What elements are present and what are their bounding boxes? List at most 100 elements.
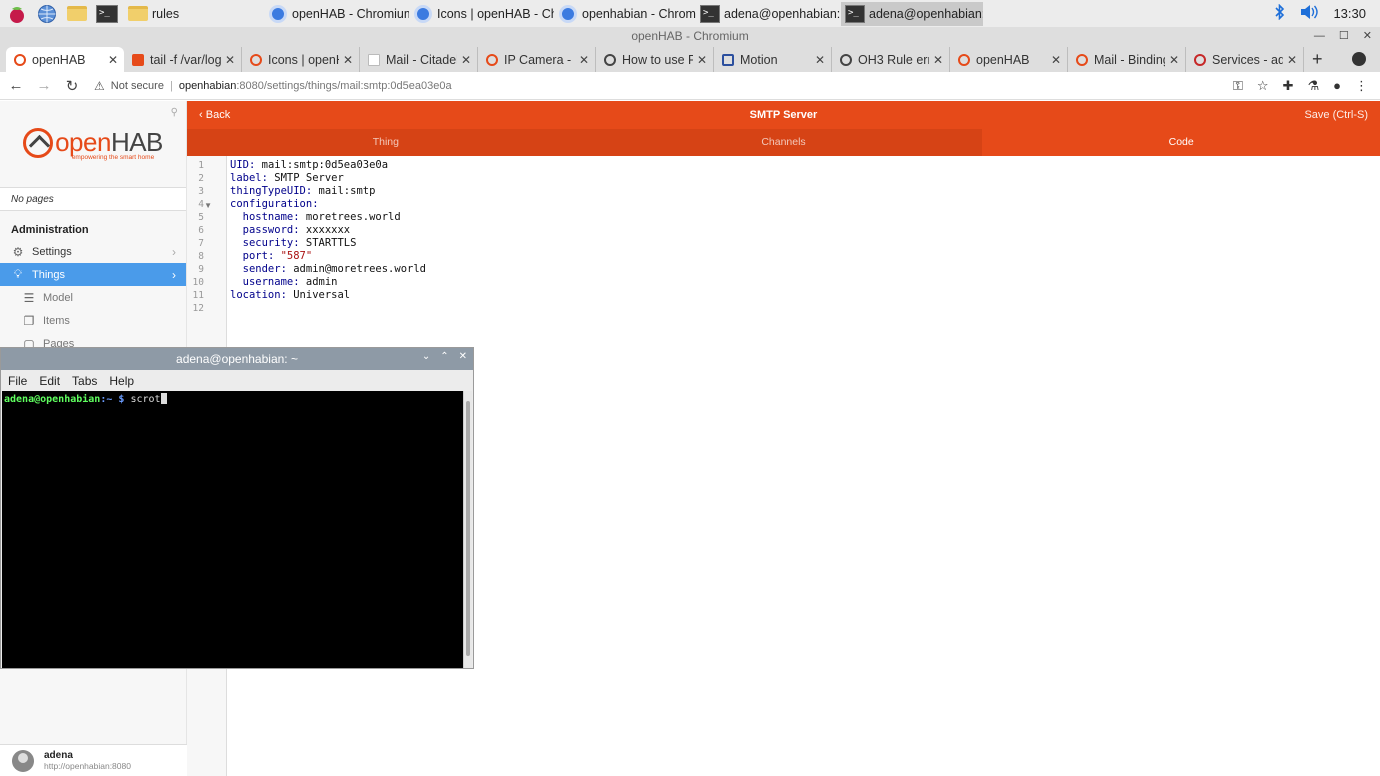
raspberry-menu-icon[interactable] [4,2,30,26]
avatar [12,749,34,772]
terminal-output[interactable]: adena@openhabian:~ $ scrot [2,391,464,668]
close-tab-icon[interactable]: ✕ [815,53,825,67]
tab-channels[interactable]: Channels [584,129,983,156]
back-button[interactable]: ‹ Back [187,109,230,121]
fold-arrow-icon[interactable]: ▼ [204,201,212,210]
minimize-icon[interactable]: — [1314,27,1325,45]
lab-flask-icon[interactable]: ⚗ [1307,78,1319,94]
browser-tab[interactable]: tail -f /var/log ✕ [124,47,242,72]
taskbar-task-rules[interactable]: rules [124,2,264,26]
browser-tab[interactable]: openHAB ✕ [950,47,1068,72]
tab-thing[interactable]: Thing [187,129,585,156]
browser-tab[interactable]: How to use Pu ✕ [596,47,714,72]
close-tab-icon[interactable]: ✕ [1287,53,1297,67]
volume-icon[interactable] [1299,4,1319,23]
close-tab-icon[interactable]: ✕ [343,53,353,67]
tab-code[interactable]: Code [982,129,1380,156]
items-icon: ❐ [23,313,35,328]
prompt-user: adena@openhabian [4,394,101,405]
text-cursor [160,393,167,404]
sidebar-item-model[interactable]: ☰ Model [0,286,186,309]
close-tab-icon[interactable]: ✕ [933,53,943,67]
code-line: password: xxxxxxx [230,224,351,236]
chromium-icon [268,4,288,24]
taskbar-task-chromium-icons[interactable]: Icons | openHAB - Ch... [409,2,554,26]
close-tab-icon[interactable]: ✕ [1051,53,1061,67]
terminal-window[interactable]: adena@openhabian: ~ ⌄ ⌃ ✕ File Edit Tabs… [0,347,474,669]
user-profile[interactable]: adena http://openhabian:8080 [0,744,187,776]
close-tab-icon[interactable]: ✕ [1169,53,1179,67]
browser-tab[interactable]: openHAB ✕ [6,47,124,72]
openhab-logo[interactable]: ⚲ openHAB empowering the smart home [0,101,186,187]
browser-tab[interactable]: Mail - Binding ✕ [1068,47,1186,72]
logo-tagline: empowering the smart home [71,154,155,161]
forward-arrow-icon[interactable]: → [32,77,56,94]
address-divider: | [169,79,173,92]
openhab-logo-icon [23,127,54,158]
sidebar-item-things[interactable]: 💡︎ Things › [0,263,186,286]
file-manager-icon[interactable] [64,2,90,26]
profile-icon[interactable]: ● [1333,78,1341,94]
taskbar-task-chromium-openhab[interactable]: openHAB - Chromium [264,2,409,26]
taskbar-task-terminal-1[interactable]: >_ adena@openhabian: ... [696,2,841,26]
chevron-right-icon: › [172,244,176,259]
scrollbar-thumb[interactable] [466,401,470,656]
terminal-titlebar[interactable]: adena@openhabian: ~ ⌄ ⌃ ✕ [1,348,473,370]
tab-search-icon[interactable] [1352,52,1366,66]
code-line: sender: admin@moretrees.world [230,263,426,275]
menu-help[interactable]: Help [109,374,134,388]
blank-favicon-icon [368,53,380,66]
code-line: configuration: [230,198,319,210]
taskbar-task-terminal-2[interactable]: >_ adena@openhabian: ~ [841,1,983,26]
sidebar-item-settings[interactable]: ⚙ Settings › [0,240,186,263]
security-label: Not secure [110,79,164,92]
menu-file[interactable]: File [8,374,27,388]
close-window-icon[interactable]: ✕ [1363,27,1372,45]
close-tab-icon[interactable]: ✕ [108,53,118,67]
menu-edit[interactable]: Edit [39,374,60,388]
new-tab-icon[interactable]: + [1312,49,1323,70]
browser-tab[interactable]: IP Camera - B ✕ [478,47,596,72]
bluetooth-icon[interactable] [1275,3,1285,23]
browser-tabstrip: openHAB ✕ tail -f /var/log ✕ Icons | ope… [0,45,1380,72]
close-icon[interactable]: ✕ [459,351,467,362]
bookmark-star-icon[interactable]: ☆ [1257,78,1269,94]
user-url: http://openhabian:8080 [44,761,131,771]
browser-tab[interactable]: Motion ✕ [714,47,832,72]
terminal-icon: >_ [700,4,720,24]
browser-toolbar: ← → ↻ ⚠ Not secure | openhabian:8080/set… [0,72,1380,100]
key-icon[interactable]: ⚿ [1233,78,1243,94]
reload-icon[interactable]: ↻ [60,77,84,95]
maximize-icon[interactable]: ⌃ [440,351,448,362]
save-button[interactable]: Save (Ctrl-S) [1304,109,1380,121]
clock[interactable]: 13:30 [1333,6,1366,21]
menu-kebab-icon[interactable]: ⋮ [1355,78,1368,94]
close-tab-icon[interactable]: ✕ [461,53,471,67]
sidebar-item-items[interactable]: ❐ Items [0,309,186,332]
browser-tab[interactable]: Services - ade ✕ [1186,47,1304,72]
administration-heading: Administration [11,224,89,236]
address-bar[interactable]: ⚠ Not secure | openhabian:8080/settings/… [94,75,1283,97]
maximize-icon[interactable]: ☐ [1339,27,1349,45]
taskbar-task-chromium-openhabian[interactable]: openhabian - Chromi... [554,2,696,26]
openhab-favicon-icon [486,53,498,66]
close-tab-icon[interactable]: ✕ [579,53,589,67]
openhab-favicon-icon [1076,53,1088,66]
terminal-launcher-icon[interactable]: >_ [94,2,120,26]
web-browser-icon[interactable] [34,2,60,26]
terminal-scrollbar[interactable] [463,391,472,668]
close-tab-icon[interactable]: ✕ [225,53,235,67]
page-title: SMTP Server [749,109,818,121]
menu-tabs[interactable]: Tabs [72,374,97,388]
minimize-icon[interactable]: ⌄ [422,351,430,362]
terminal-icon: >_ [845,4,865,24]
browser-tab[interactable]: Icons | openHAB ✕ [242,47,360,72]
code-line: username: admin [230,276,338,288]
browser-tab[interactable]: OH3 Rule erro ✕ [832,47,950,72]
extensions-icon[interactable]: ✚ [1283,78,1294,94]
close-tab-icon[interactable]: ✕ [697,53,707,67]
browser-tab[interactable]: Mail - Citadel ✕ [360,47,478,72]
back-arrow-icon[interactable]: ← [4,77,28,94]
pin-icon[interactable]: ⚲ [171,107,178,118]
warning-icon[interactable]: ⚠ [94,79,105,93]
